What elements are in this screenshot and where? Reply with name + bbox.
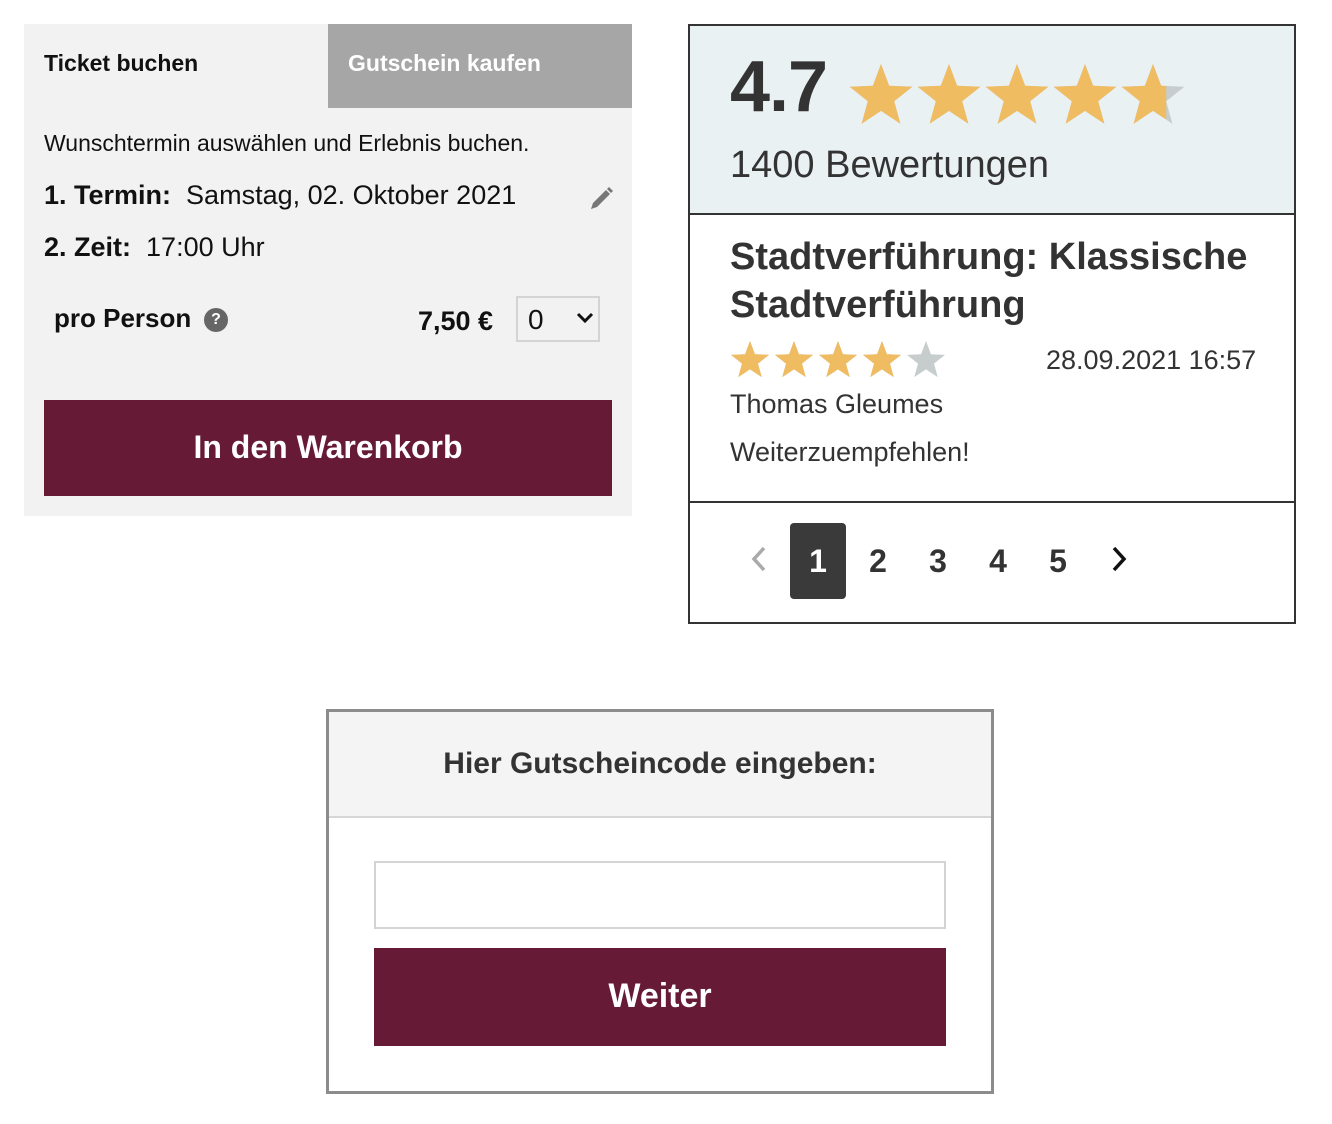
chevron-down-icon	[576, 312, 594, 324]
voucher-heading: Hier Gutscheincode eingeben:	[329, 712, 991, 818]
tab-gutschein-kaufen[interactable]: Gutschein kaufen	[328, 24, 632, 108]
review-text: Weiterzuempfehlen!	[730, 437, 970, 467]
help-question-icon[interactable]: ?	[204, 308, 228, 332]
booking-intro-text: Wunschtermin auswählen und Erlebnis buch…	[44, 130, 530, 156]
price-per-person: 7,50 €	[418, 306, 494, 336]
date-row: 1. Termin: Samstag, 02. Oktober 2021	[44, 180, 516, 211]
review-author: Thomas Gleumes	[730, 389, 944, 419]
review-star-icon	[774, 341, 814, 378]
voucher-code-input[interactable]	[374, 861, 946, 929]
booking-tabs: Ticket buchen Gutschein kaufen	[24, 24, 632, 108]
time-row: 2. Zeit: 17:00 Uhr	[44, 232, 265, 263]
review-item: Stadtverführung: Klassische Stadtverführ…	[690, 215, 1294, 503]
review-count: 1400 Bewertungen	[730, 144, 1050, 186]
continue-button[interactable]: Weiter	[374, 948, 946, 1046]
rating-summary: 4.7 1400 Bewertungen	[690, 26, 1294, 215]
edit-date-pencil-icon[interactable]	[586, 184, 616, 214]
page-1[interactable]: 1	[790, 523, 846, 599]
average-rating-stars	[849, 64, 1185, 124]
review-rating-stars	[730, 341, 946, 378]
date-value: Samstag, 02. Oktober 2021	[186, 180, 517, 210]
time-value: 17:00 Uhr	[146, 232, 265, 262]
quantity-value: 0	[528, 304, 544, 335]
review-star-icon	[730, 341, 770, 378]
review-date: 28.09.2021 16:57	[1046, 345, 1257, 375]
time-label: 2. Zeit:	[44, 232, 132, 262]
average-star-icon	[1121, 64, 1185, 124]
page-4[interactable]: 4	[970, 523, 1026, 599]
review-star-icon	[818, 341, 858, 378]
average-star-icon	[917, 64, 981, 124]
average-star-icon	[985, 64, 1049, 124]
voucher-panel: Hier Gutscheincode eingeben: Weiter	[326, 709, 994, 1094]
reviews-panel: 4.7 1400 Bewertungen Stadtverführung: Kl…	[688, 24, 1296, 624]
review-title: Stadtverführung: Klassische Stadtverführ…	[730, 236, 1248, 326]
average-rating: 4.7	[730, 47, 828, 127]
average-star-icon	[849, 64, 913, 124]
pagination: 1 2 3 4 5	[690, 503, 1294, 622]
tab-ticket-buchen[interactable]: Ticket buchen	[24, 24, 328, 108]
booking-panel: Ticket buchen Gutschein kaufen Wunschter…	[24, 24, 632, 516]
previous-page-chevron-icon[interactable]	[746, 543, 772, 575]
page-2[interactable]: 2	[850, 523, 906, 599]
next-page-chevron-icon[interactable]	[1106, 543, 1132, 575]
quantity-select[interactable]: 0	[516, 296, 600, 342]
per-person-label: pro Person	[54, 303, 192, 333]
page-5[interactable]: 5	[1030, 523, 1086, 599]
average-star-icon	[1053, 64, 1117, 124]
review-star-icon	[862, 341, 902, 378]
review-star-icon	[906, 341, 946, 378]
page-3[interactable]: 3	[910, 523, 966, 599]
date-label: 1. Termin:	[44, 180, 172, 210]
add-to-cart-button[interactable]: In den Warenkorb	[44, 400, 612, 496]
